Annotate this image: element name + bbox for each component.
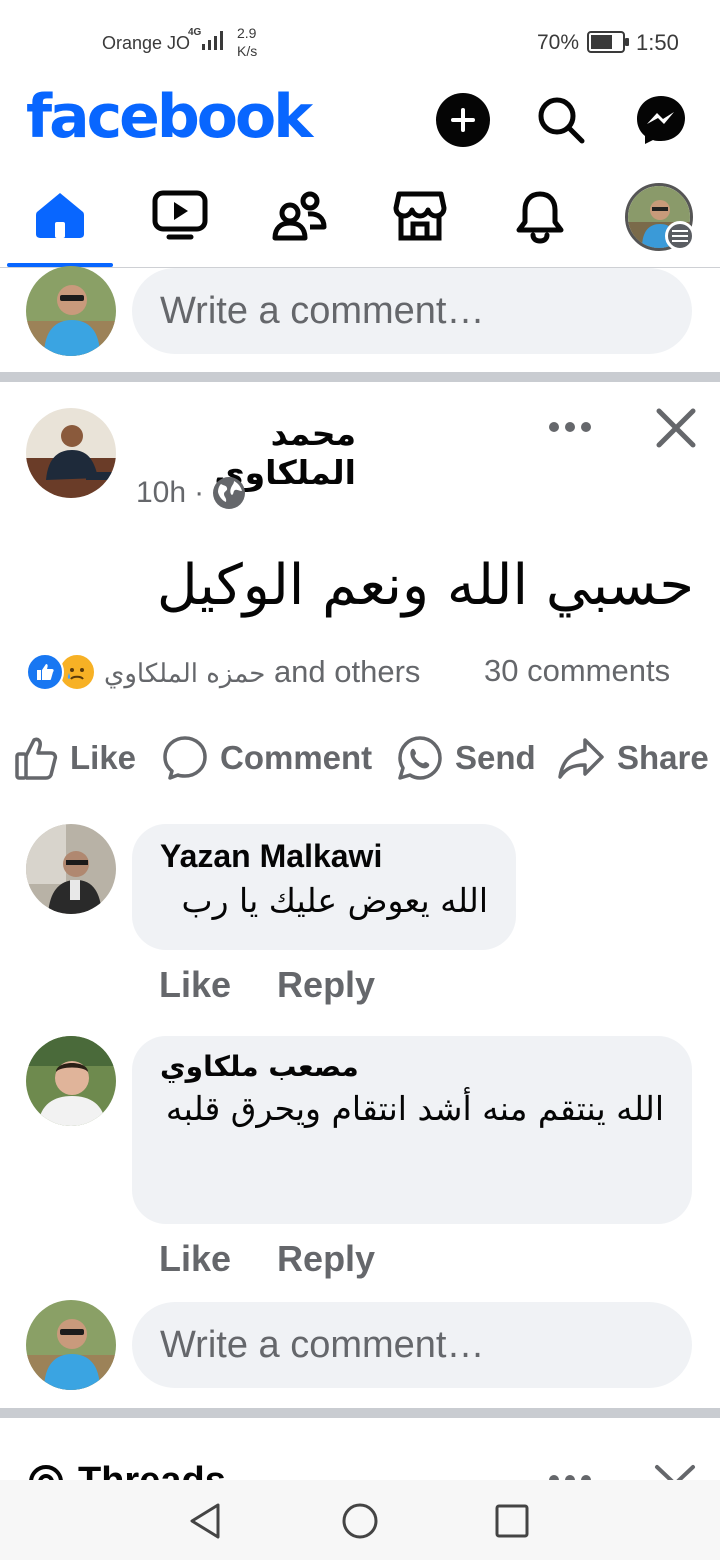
comment-reply-button[interactable]: Reply — [277, 1238, 375, 1280]
globe-icon — [213, 477, 246, 509]
post-text: حسبي الله ونعم الوكيل — [156, 553, 694, 618]
clock: 1:50 — [636, 30, 679, 55]
user-avatar — [26, 1300, 116, 1390]
reaction-summary[interactable]: حمزه الملكاوي and others — [26, 650, 420, 694]
system-nav-bar — [0, 1480, 720, 1560]
add-icon — [451, 108, 475, 132]
main-tabs — [0, 178, 720, 268]
close-icon — [656, 408, 696, 448]
menu-lines-icon — [672, 230, 688, 242]
post-time[interactable]: 10h — [136, 476, 186, 510]
comment-input[interactable]: Write a comment… — [132, 268, 692, 354]
comment-bubble[interactable]: Yazan Malkawi الله يعوض عليك يا رب — [132, 824, 516, 950]
tab-marketplace[interactable] — [365, 178, 475, 266]
comment-text: الله ينتقم منه أشد انتقام ويحرق قلبه — [165, 1089, 664, 1128]
post-options-button[interactable] — [545, 404, 595, 450]
tab-video[interactable] — [125, 178, 235, 266]
tab-friends[interactable] — [245, 178, 355, 266]
status-bar: Orange JO 4G 2.9 K/s 70% 1:50 — [0, 0, 720, 80]
commenter-avatar[interactable] — [26, 824, 116, 914]
comment-text: الله يعوض عليك يا رب — [181, 881, 488, 920]
home-circle-icon — [342, 1503, 378, 1539]
commenter-avatar-image — [26, 1036, 116, 1126]
search-icon — [538, 97, 585, 144]
nav-back-button[interactable] — [180, 1496, 230, 1546]
post-divider — [0, 372, 720, 382]
signal-icon — [202, 31, 223, 50]
messenger-button[interactable] — [634, 93, 688, 147]
author-avatar[interactable] — [26, 408, 116, 498]
comment-bubble[interactable]: مصعب ملكاوي الله ينتقم منه أشد انتقام وي… — [132, 1036, 692, 1224]
post-action-bar: Like Comment Send Share — [0, 730, 720, 786]
share-button[interactable]: Share — [557, 730, 709, 786]
hide-post-button[interactable] — [650, 404, 702, 452]
next-post-header: Threads — [0, 1420, 720, 1480]
nav-home-button[interactable] — [335, 1496, 385, 1546]
meta-separator: · — [194, 476, 205, 509]
send-button[interactable]: Send — [397, 730, 536, 786]
next-post-title[interactable]: Threads — [78, 1460, 226, 1480]
bell-icon — [516, 191, 564, 244]
friends-icon — [272, 191, 327, 241]
reactor-name: حمزه الملكاوي — [104, 659, 266, 689]
comment-label: Comment — [220, 739, 373, 776]
facebook-logo[interactable]: facebook — [26, 82, 313, 152]
post-divider — [0, 1408, 720, 1418]
more-icon — [549, 422, 591, 432]
speed-value: 2.9 — [237, 25, 257, 41]
comment-reply-button[interactable]: Reply — [277, 964, 375, 1006]
comment-icon — [163, 736, 207, 780]
comment-button[interactable]: Comment — [162, 730, 372, 786]
commenter-avatar-image — [26, 824, 116, 914]
post-meta: 10h · — [136, 476, 246, 510]
comment-input[interactable]: Write a comment… — [132, 1302, 692, 1388]
threads-icon — [29, 1465, 63, 1480]
network-type: 4G — [188, 27, 202, 38]
tab-home[interactable] — [5, 178, 115, 266]
author-avatar-image — [26, 408, 116, 498]
like-label: Like — [70, 739, 137, 776]
menu-badge[interactable] — [665, 221, 695, 251]
nav-recents-button[interactable] — [487, 1496, 537, 1546]
app-header: facebook — [0, 80, 720, 160]
user-avatar-image — [26, 1300, 116, 1390]
comments-count[interactable]: 30 comments — [484, 653, 670, 689]
battery-icon — [587, 31, 629, 53]
video-icon — [152, 190, 208, 240]
send-label: Send — [455, 739, 536, 776]
share-label: Share — [617, 739, 709, 776]
like-reaction-icon — [26, 653, 64, 691]
whatsapp-icon — [398, 736, 442, 780]
tab-notifications[interactable] — [485, 178, 595, 266]
user-avatar-image — [26, 266, 116, 356]
commenter-name[interactable]: مصعب ملكاوي — [160, 1050, 664, 1083]
network-speed: 2.9 K/s — [237, 24, 257, 60]
comment-actions: Like Reply — [159, 1238, 375, 1280]
speed-unit: K/s — [237, 43, 258, 59]
comment-actions: Like Reply — [159, 964, 375, 1006]
carrier-name: Orange JO — [102, 33, 191, 53]
home-icon — [36, 193, 84, 238]
like-icon — [15, 737, 58, 780]
chevron-down-icon[interactable] — [654, 1464, 696, 1480]
battery-percent: 70% — [537, 31, 580, 54]
comment-like-button[interactable]: Like — [159, 1238, 231, 1280]
like-button[interactable]: Like — [14, 730, 136, 786]
commenter-name[interactable]: Yazan Malkawi — [160, 838, 488, 875]
comment-like-button[interactable]: Like — [159, 964, 231, 1006]
share-icon — [558, 738, 604, 779]
search-button[interactable] — [534, 93, 588, 147]
reactors-suffix: and others — [273, 654, 421, 689]
commenter-avatar[interactable] — [26, 1036, 116, 1126]
back-icon — [190, 1503, 220, 1539]
recents-icon — [495, 1504, 529, 1538]
marketplace-icon — [393, 191, 447, 241]
messenger-icon — [637, 96, 685, 144]
create-button[interactable] — [436, 93, 490, 147]
user-avatar — [26, 266, 116, 356]
reactors-names: حمزه الملكاوي and others — [104, 654, 420, 690]
